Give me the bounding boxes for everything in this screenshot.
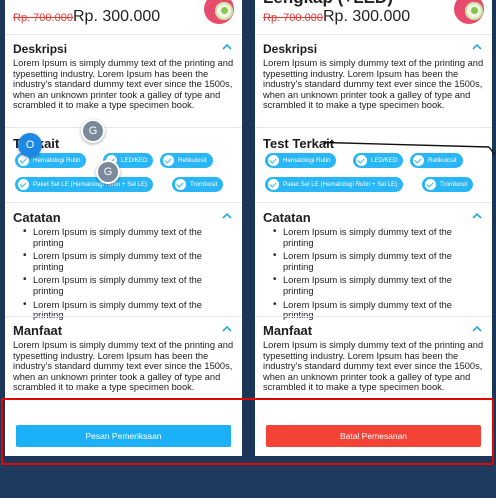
right-screen: Lengkap (+LED) Rp. 700.000 Rp. 300.000 D…	[255, 0, 492, 456]
deskripsi-text: Lorem Ipsum is simply dummy text of the …	[263, 58, 484, 111]
bottom-band	[0, 466, 496, 498]
test-chip[interactable]: Trombosit	[422, 177, 474, 192]
chevron-up-icon[interactable]	[222, 325, 232, 335]
divider	[5, 127, 242, 128]
list-item: Lorem Ipsum is simply dummy text of the …	[23, 300, 235, 321]
old-price: Rp. 700.000	[263, 12, 323, 24]
list-item: Lorem Ipsum is simply dummy text of the …	[23, 251, 235, 272]
new-price: Rp. 300.000	[73, 8, 161, 25]
divider	[255, 316, 492, 317]
section-title-deskripsi: Deskripsi	[13, 42, 68, 56]
section-title-catatan: Catatan	[13, 210, 61, 225]
check-icon	[425, 179, 436, 190]
catatan-list: Lorem Ipsum is simply dummy text of the …	[23, 227, 235, 324]
chevron-up-icon[interactable]	[222, 212, 232, 222]
avatar[interactable]: G	[96, 160, 120, 184]
divider	[255, 34, 492, 35]
chevron-up-icon[interactable]	[222, 43, 232, 53]
list-item: Lorem Ipsum is simply dummy text of the …	[23, 227, 235, 248]
divider	[255, 202, 492, 203]
old-price: Rp. 700.000	[13, 12, 73, 24]
new-price: Rp. 300.000	[323, 8, 411, 25]
test-chip[interactable]: Paket Sel LE (Hematologi Rutin + Sel LE)	[265, 177, 404, 192]
chevron-up-icon[interactable]	[472, 325, 482, 335]
test-chip[interactable]: Paket Sel LE (Hematologi Rutin + Sel LE)	[15, 177, 154, 192]
check-icon	[175, 179, 186, 190]
chevron-up-icon[interactable]	[472, 43, 482, 53]
list-item: Lorem Ipsum is simply dummy text of the …	[273, 300, 485, 321]
section-title-manfaat: Manfaat	[263, 323, 313, 338]
list-item: Lorem Ipsum is simply dummy text of the …	[273, 251, 485, 272]
check-icon	[163, 155, 174, 166]
test-chip[interactable]: Retikulosit	[160, 153, 213, 168]
annotation-pointer	[323, 141, 495, 156]
product-thumbnail	[204, 0, 234, 24]
divider	[5, 202, 242, 203]
highlight-frame	[1, 398, 494, 465]
catatan-list: Lorem Ipsum is simply dummy text of the …	[273, 227, 485, 324]
price-row: Rp. 700.000 Rp. 300.000	[5, 0, 242, 34]
test-chip[interactable]: Trombosit	[172, 177, 224, 192]
section-title-deskripsi: Deskripsi	[263, 42, 318, 56]
list-item: Lorem Ipsum is simply dummy text of the …	[23, 275, 235, 296]
check-icon	[268, 179, 279, 190]
product-thumbnail	[454, 0, 484, 24]
divider	[255, 127, 492, 128]
product-title: Lengkap (+LED)	[263, 0, 393, 8]
list-item: Lorem Ipsum is simply dummy text of the …	[273, 275, 485, 296]
chevron-up-icon[interactable]	[472, 212, 482, 222]
avatar[interactable]: O	[18, 133, 42, 157]
section-title-manfaat: Manfaat	[13, 323, 63, 338]
list-item: Lorem Ipsum is simply dummy text of the …	[273, 227, 485, 248]
manfaat-text: Lorem Ipsum is simply dummy text of the …	[263, 340, 484, 393]
divider	[5, 34, 242, 35]
check-icon	[268, 155, 279, 166]
avatar[interactable]: G	[81, 119, 105, 143]
section-title-catatan: Catatan	[263, 210, 311, 225]
check-icon	[18, 179, 29, 190]
left-screen: Rp. 700.000 Rp. 300.000 Deskripsi Lorem …	[5, 0, 242, 456]
manfaat-text: Lorem Ipsum is simply dummy text of the …	[13, 340, 234, 393]
deskripsi-text: Lorem Ipsum is simply dummy text of the …	[13, 58, 234, 111]
price-row: Lengkap (+LED) Rp. 700.000 Rp. 300.000	[255, 0, 492, 34]
divider	[5, 316, 242, 317]
